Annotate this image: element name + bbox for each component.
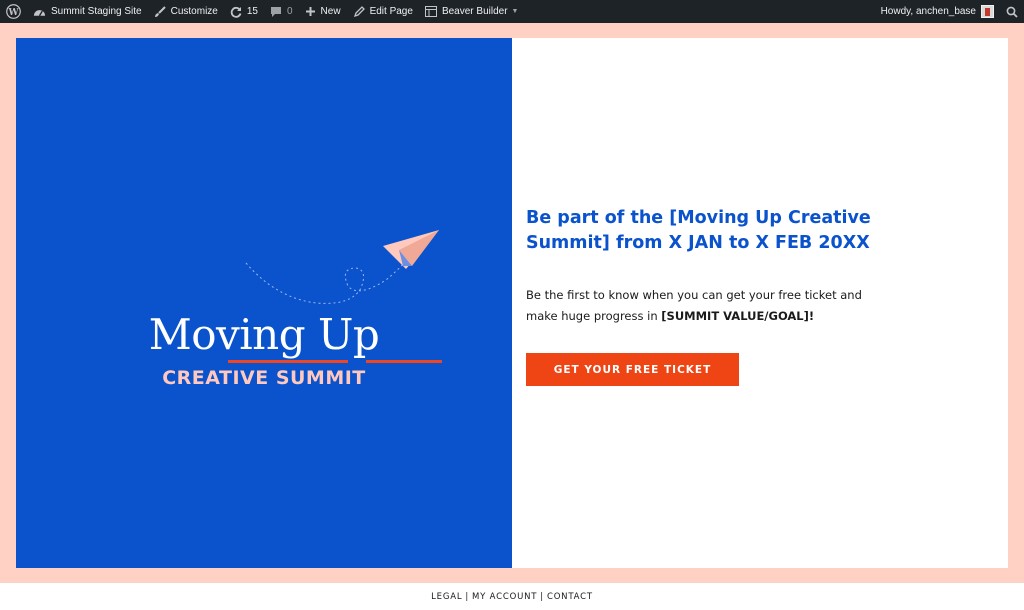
footer-link-my-account[interactable]: MY ACCOUNT bbox=[472, 592, 537, 602]
beaver-builder-grid-icon bbox=[424, 6, 437, 17]
admin-search[interactable] bbox=[1000, 0, 1024, 23]
comments-link[interactable]: 0 bbox=[264, 0, 299, 23]
hero-body-highlight: [SUMMIT VALUE/GOAL] bbox=[661, 309, 809, 323]
beaver-builder-menu[interactable]: Beaver Builder ▼ bbox=[419, 0, 525, 23]
dashboard-gauge-icon bbox=[33, 9, 46, 16]
plus-icon bbox=[305, 7, 315, 16]
logo-subtitle: CREATIVE SUMMIT bbox=[162, 367, 366, 389]
comments-count: 0 bbox=[286, 6, 293, 17]
page-frame: Moving Up CREATIVE SUMMIT Be part of the… bbox=[0, 23, 1024, 583]
updates-link[interactable]: 15 bbox=[224, 0, 264, 23]
pencil-icon bbox=[353, 5, 365, 17]
edit-page-label: Edit Page bbox=[369, 6, 413, 17]
howdy-greeting: Howdy, anchen_base bbox=[880, 6, 976, 17]
svg-text:W: W bbox=[7, 8, 19, 18]
footer-separator: | bbox=[540, 591, 544, 602]
customize-link[interactable]: Customize bbox=[148, 0, 224, 23]
get-free-ticket-button[interactable]: GET YOUR FREE TICKET bbox=[526, 353, 739, 386]
footer-link-legal[interactable]: LEGAL bbox=[431, 592, 462, 602]
site-footer: LEGAL | MY ACCOUNT | CONTACT bbox=[0, 583, 1024, 610]
paper-plane-icon bbox=[245, 230, 439, 304]
footer-separator: | bbox=[465, 591, 470, 602]
updates-count: 15 bbox=[246, 6, 258, 17]
hero-body-text: Be the first to know when you can get yo… bbox=[526, 285, 886, 327]
hero-image-panel: Moving Up CREATIVE SUMMIT bbox=[16, 38, 512, 568]
edit-page-link[interactable]: Edit Page bbox=[347, 0, 419, 23]
customize-label: Customize bbox=[170, 6, 218, 17]
admin-bar: W Summit Staging Site Customize 15 0 New… bbox=[0, 0, 1024, 23]
avatar bbox=[981, 5, 994, 18]
footer-link-contact[interactable]: CONTACT bbox=[547, 592, 593, 602]
paintbrush-icon bbox=[154, 5, 166, 17]
hero-body-suffix: ! bbox=[808, 309, 815, 323]
hero-content-panel: Be part of the [Moving Up Creative Summi… bbox=[512, 38, 1008, 568]
new-content-menu[interactable]: New bbox=[299, 0, 347, 23]
comment-bubble-icon bbox=[270, 6, 281, 17]
updates-refresh-icon bbox=[230, 6, 242, 18]
search-icon bbox=[1006, 6, 1018, 18]
hero-headline: Be part of the [Moving Up Creative Summi… bbox=[526, 208, 871, 253]
site-name-menu[interactable]: Summit Staging Site bbox=[27, 0, 148, 23]
logo-title: Moving Up bbox=[148, 310, 380, 359]
logo-underline-left bbox=[228, 360, 348, 363]
account-menu[interactable]: Howdy, anchen_base bbox=[875, 0, 1000, 23]
chevron-down-icon: ▼ bbox=[511, 8, 519, 15]
site-name-label: Summit Staging Site bbox=[51, 6, 142, 17]
beaver-builder-label: Beaver Builder bbox=[441, 6, 508, 17]
new-label: New bbox=[320, 6, 341, 17]
logo-underline-right bbox=[366, 360, 442, 363]
wordpress-logo-icon[interactable]: W bbox=[0, 0, 27, 23]
